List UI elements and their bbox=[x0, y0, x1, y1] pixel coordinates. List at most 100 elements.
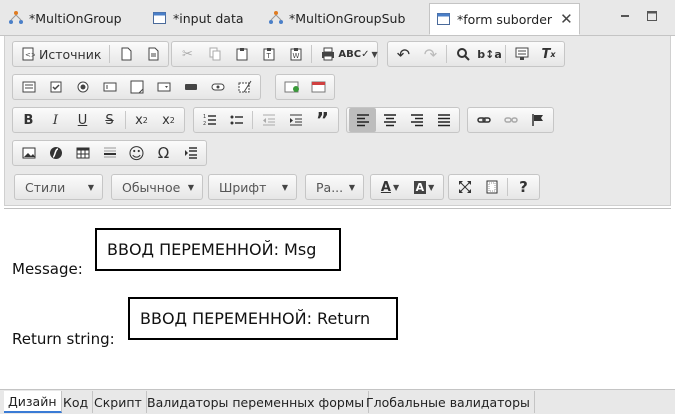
checkbox-icon[interactable] bbox=[42, 75, 69, 99]
svg-text:2: 2 bbox=[203, 121, 206, 127]
textarea-icon[interactable] bbox=[123, 75, 150, 99]
font-dropdown[interactable]: Шрифт ▼ bbox=[208, 174, 297, 200]
undo-icon[interactable]: ↶ bbox=[390, 42, 417, 66]
toolbar-group-colors: A ▼ A ▼ bbox=[370, 174, 444, 200]
toolbar-group-links bbox=[467, 107, 554, 133]
smiley-icon[interactable]: ☺ bbox=[123, 141, 150, 165]
paste-word-icon[interactable]: W bbox=[282, 42, 309, 66]
paste-text-icon[interactable]: T bbox=[255, 42, 282, 66]
font-size-dropdown[interactable]: Ра... ▼ bbox=[305, 174, 364, 200]
cut-icon[interactable]: ✂ bbox=[174, 42, 201, 66]
form-icon[interactable] bbox=[15, 75, 42, 99]
spellcheck-dropdown[interactable]: ABC✓ ▼ bbox=[338, 42, 377, 66]
align-center-icon[interactable] bbox=[376, 108, 403, 132]
close-tab-icon[interactable]: ✕ bbox=[560, 10, 573, 28]
format-dropdown[interactable]: Обычное ▼ bbox=[111, 174, 203, 200]
toolbar-separator bbox=[125, 111, 126, 129]
chevron-down-icon: ▼ bbox=[87, 182, 94, 192]
editor-tab-input-data[interactable]: *input data bbox=[152, 4, 244, 32]
align-justify-icon[interactable] bbox=[430, 108, 457, 132]
page-break-icon[interactable] bbox=[177, 141, 204, 165]
special-char-icon[interactable]: Ω bbox=[150, 141, 177, 165]
background-color-dropdown[interactable]: A ▼ bbox=[407, 175, 441, 199]
text-color-dropdown[interactable]: A ▼ bbox=[373, 175, 407, 199]
remove-format-icon[interactable]: Tx bbox=[535, 42, 562, 66]
copy-icon[interactable] bbox=[201, 42, 228, 66]
align-right-icon[interactable] bbox=[403, 108, 430, 132]
paste-icon[interactable] bbox=[228, 42, 255, 66]
toolbar-group-editing: ↶ ↷ b↕a Tx bbox=[387, 41, 565, 67]
insert-variable-icon[interactable] bbox=[278, 75, 305, 99]
numbered-list-icon[interactable]: 12 bbox=[196, 108, 223, 132]
minimize-icon[interactable] bbox=[618, 8, 632, 22]
svg-text:T: T bbox=[265, 52, 271, 60]
toolbar-group-align bbox=[346, 107, 460, 133]
subscript-icon[interactable]: x2 bbox=[128, 108, 155, 132]
editor-content[interactable]: Message: ВВОД ПЕРЕМЕННОЙ: Msg Return str… bbox=[4, 208, 671, 390]
link-icon[interactable] bbox=[470, 108, 497, 132]
radio-icon[interactable] bbox=[69, 75, 96, 99]
outdent-icon[interactable] bbox=[255, 108, 282, 132]
align-left-icon[interactable] bbox=[349, 108, 376, 132]
flash-icon[interactable] bbox=[42, 141, 69, 165]
toolbar-group-tools: ? bbox=[448, 174, 540, 200]
toolbar-group-clipboard: ✂ T W ABC✓ ▼ bbox=[171, 41, 378, 67]
find-icon[interactable] bbox=[449, 42, 476, 66]
chevron-down-icon: ▼ bbox=[392, 182, 400, 192]
templates-icon[interactable] bbox=[139, 42, 166, 66]
table-icon[interactable] bbox=[69, 141, 96, 165]
image-button-icon[interactable] bbox=[204, 75, 231, 99]
hidden-field-icon[interactable] bbox=[231, 75, 258, 99]
bold-icon[interactable]: B bbox=[15, 108, 42, 132]
italic-icon[interactable]: I bbox=[42, 108, 69, 132]
message-variable-field[interactable]: ВВОД ПЕРЕМЕННОЙ: Msg bbox=[95, 228, 341, 271]
print-icon[interactable] bbox=[314, 42, 341, 66]
tab-design[interactable]: Дизайн bbox=[4, 391, 62, 413]
form-icon bbox=[152, 10, 168, 26]
editor-tab-multiongroup[interactable]: *MultiOnGroup bbox=[8, 4, 122, 32]
strikethrough-icon[interactable]: S bbox=[96, 108, 123, 132]
superscript-icon[interactable]: x2 bbox=[155, 108, 182, 132]
blockquote-icon[interactable]: ” bbox=[309, 108, 336, 132]
editor-tab-multiongroupsub[interactable]: *MultiOnGroupSub bbox=[268, 4, 405, 32]
remove-variable-icon[interactable] bbox=[305, 75, 332, 99]
horizontal-rule-icon[interactable] bbox=[96, 141, 123, 165]
maximize-editor-icon[interactable] bbox=[451, 175, 478, 199]
editor-tab-label: *MultiOnGroupSub bbox=[289, 10, 406, 26]
styles-dropdown[interactable]: Стили ▼ bbox=[14, 174, 103, 200]
show-blocks-icon[interactable] bbox=[478, 175, 505, 199]
redo-icon[interactable]: ↷ bbox=[417, 42, 444, 66]
tab-script[interactable]: Скрипт bbox=[90, 391, 147, 413]
return-string-label: Return string: bbox=[12, 330, 115, 348]
replace-icon[interactable]: b↕a bbox=[476, 42, 503, 66]
indent-icon[interactable] bbox=[282, 108, 309, 132]
toolbar-group-paragraph: 12 ” bbox=[193, 107, 339, 133]
return-variable-field[interactable]: ВВОД ПЕРЕМЕННОЙ: Return bbox=[128, 297, 398, 340]
editor-tab-form-suborder[interactable]: *form suborder ✕ bbox=[429, 3, 580, 35]
tab-global-validators[interactable]: Глобальные валидаторы bbox=[362, 391, 535, 413]
toolbar-group-basic-styles: B I U S x2 x2 bbox=[12, 107, 185, 133]
new-page-icon[interactable] bbox=[112, 42, 139, 66]
toolbar-separator bbox=[311, 45, 312, 63]
text-field-icon[interactable] bbox=[96, 75, 123, 99]
tab-code[interactable]: Код bbox=[59, 391, 94, 413]
select-all-icon[interactable] bbox=[508, 42, 535, 66]
button-field-icon[interactable] bbox=[177, 75, 204, 99]
help-icon[interactable]: ? bbox=[510, 175, 537, 199]
unlink-icon[interactable] bbox=[497, 108, 524, 132]
tab-form-variable-validators[interactable]: Валидаторы переменных формы bbox=[143, 391, 370, 413]
image-icon[interactable] bbox=[15, 141, 42, 165]
font-dropdown-label: Шрифт bbox=[219, 179, 267, 195]
anchor-flag-icon[interactable] bbox=[524, 108, 551, 132]
maximize-icon[interactable] bbox=[645, 8, 659, 22]
underline-icon[interactable]: U bbox=[69, 108, 96, 132]
svg-text:<>: <> bbox=[25, 51, 35, 59]
editor-tab-label: *form suborder bbox=[457, 11, 553, 27]
source-button[interactable]: <> Источник bbox=[15, 42, 107, 66]
toolbar-separator bbox=[505, 45, 506, 63]
workflow-graph-icon bbox=[268, 10, 284, 26]
text-color-icon: A bbox=[380, 179, 391, 195]
toolbar-group-forms bbox=[12, 74, 261, 100]
bulleted-list-icon[interactable] bbox=[223, 108, 250, 132]
select-field-icon[interactable] bbox=[150, 75, 177, 99]
